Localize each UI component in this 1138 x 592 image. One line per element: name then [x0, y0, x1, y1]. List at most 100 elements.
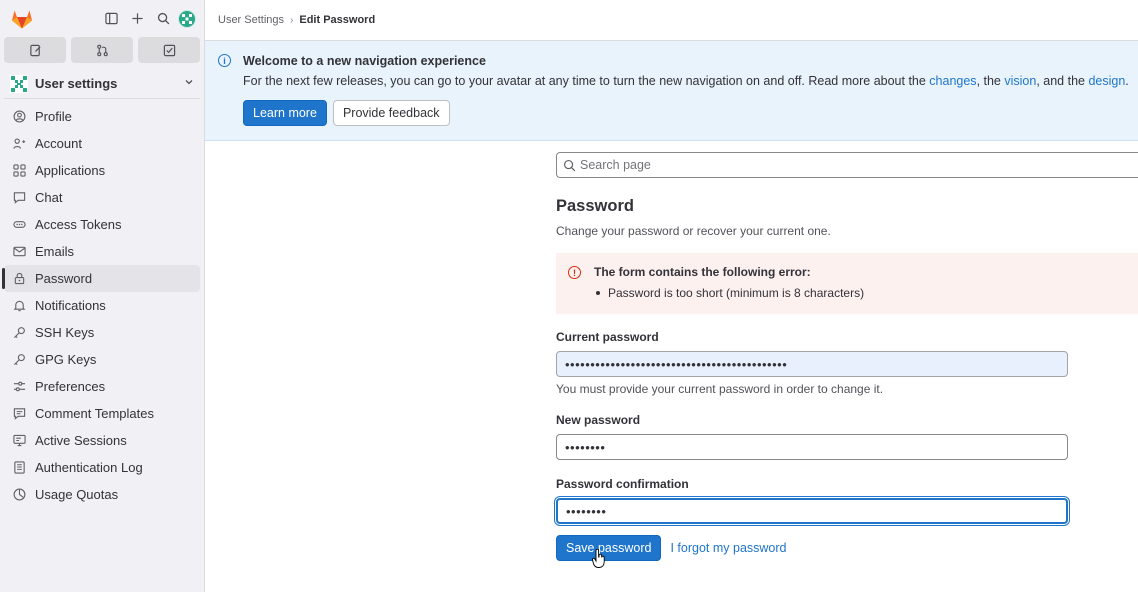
log-icon: [12, 461, 26, 475]
new-password-label: New password: [556, 413, 641, 427]
user-avatar-icon: [10, 74, 28, 93]
sidebar-item-chat[interactable]: Chat: [4, 184, 200, 211]
current-password-field[interactable]: ••••••••••••••••••••••••••••••••••••••••…: [556, 351, 1068, 377]
password-confirmation-label: Password confirmation: [556, 477, 689, 491]
sidebar-counters: [0, 37, 204, 63]
sidebar-item-ssh-keys[interactable]: SSH Keys: [4, 319, 200, 346]
banner-text-part: , the: [976, 74, 1005, 88]
sidebar-item-comment-templates[interactable]: Comment Templates: [4, 400, 200, 427]
bell-icon: [12, 299, 26, 313]
search-page-input[interactable]: Search page: [556, 152, 1138, 178]
sidebar-item-label: Notifications: [35, 298, 106, 313]
sidebar-item-password[interactable]: Password: [2, 265, 200, 292]
profile-icon: [12, 110, 26, 124]
merge-request-icon: [96, 44, 108, 56]
chevron-down-icon: [184, 77, 194, 90]
sidebar-item-account[interactable]: Account: [4, 130, 200, 157]
breadcrumb-current[interactable]: Edit Password: [299, 14, 375, 26]
sidebar-item-emails[interactable]: Emails: [4, 238, 200, 265]
plus-icon[interactable]: [126, 8, 148, 30]
todos-counter[interactable]: [138, 37, 200, 63]
current-password-label: Current password: [556, 330, 659, 344]
sidebar-item-label: SSH Keys: [35, 325, 95, 340]
sidebar-item-label: GPG Keys: [35, 352, 97, 367]
sidebar-nav: Profile Account Applications Chat Access Tok…: [0, 103, 204, 508]
design-link[interactable]: design: [1088, 74, 1125, 88]
sidebar-item-label: Preferences: [35, 379, 106, 394]
sidebar-item-label: Applications: [35, 163, 106, 178]
sidebar-item-label: Password: [35, 271, 93, 286]
error-alert: ! The form contains the following error:…: [556, 253, 1138, 314]
sidebar-item-gpg-keys[interactable]: GPG Keys: [4, 346, 200, 373]
sidebar-item-label: Authentication Log: [35, 460, 143, 475]
merge-requests-counter[interactable]: [71, 37, 133, 63]
save-password-button[interactable]: Save password: [556, 535, 662, 561]
search-icon: [563, 159, 576, 171]
error-item: Password is too short (minimum is 8 char…: [596, 286, 1138, 300]
avatar[interactable]: [178, 9, 196, 28]
navigation-banner: i Welcome to a new navigation experience…: [205, 41, 1138, 141]
issues-counter[interactable]: [4, 37, 66, 63]
todo-icon: [163, 44, 175, 56]
main-area: User Settings › Edit Password i Welcome …: [205, 0, 1138, 592]
sidebar-item-preferences[interactable]: Preferences: [4, 373, 200, 400]
banner-text-part: , and the: [1036, 74, 1089, 88]
info-icon: i: [218, 54, 231, 67]
key-icon: [12, 326, 26, 340]
breadcrumb-user-settings[interactable]: User Settings: [218, 14, 284, 26]
preferences-icon: [12, 380, 26, 394]
issues-icon: [29, 44, 41, 56]
new-password-field[interactable]: ••••••••: [556, 434, 1068, 460]
sidebar-item-label: Emails: [35, 244, 75, 259]
sidebar-top: [0, 0, 204, 37]
gitlab-logo-icon[interactable]: [10, 7, 34, 31]
sidebar-item-label: Access Tokens: [35, 217, 122, 232]
sidebar-item-label: Profile: [35, 109, 72, 124]
banner-text-part: .: [1125, 74, 1129, 88]
provide-feedback-button[interactable]: Provide feedback: [332, 100, 450, 126]
context-title: User settings: [35, 76, 118, 91]
sidebar-toggle-icon[interactable]: [100, 8, 122, 30]
monitor-icon: [12, 434, 26, 448]
context-switcher[interactable]: User settings: [4, 69, 200, 99]
account-icon: [12, 137, 26, 151]
applications-icon: [12, 164, 26, 178]
token-icon: [12, 218, 26, 232]
mail-icon: [12, 245, 26, 259]
sidebar-item-label: Usage Quotas: [35, 487, 119, 502]
search-icon[interactable]: [152, 8, 174, 30]
alert-title: The form contains the following error:: [594, 265, 811, 279]
sidebar-item-usage-quotas[interactable]: Usage Quotas: [4, 481, 200, 508]
page-description: Change your password or recover your cur…: [556, 224, 831, 238]
lock-icon: [12, 272, 26, 286]
key-icon: [12, 353, 26, 367]
sidebar-item-label: Account: [35, 136, 82, 151]
current-password-help: You must provide your current password i…: [556, 382, 884, 396]
comment-icon: [12, 407, 26, 421]
forgot-password-link[interactable]: I forgot my password: [670, 541, 786, 555]
page-title: Password: [556, 197, 634, 215]
chevron-right-icon: ›: [290, 14, 294, 26]
sidebar-item-authentication-log[interactable]: Authentication Log: [4, 454, 200, 481]
sidebar-item-active-sessions[interactable]: Active Sessions: [4, 427, 200, 454]
sidebar-item-notifications[interactable]: Notifications: [4, 292, 200, 319]
sidebar-item-label: Comment Templates: [35, 406, 154, 421]
search-placeholder: Search page: [580, 158, 651, 172]
error-list: Password is too short (minimum is 8 char…: [594, 286, 1138, 300]
changes-link[interactable]: changes: [929, 74, 976, 88]
sidebar: User settings Profile Account Applications…: [0, 0, 205, 592]
sidebar-item-applications[interactable]: Applications: [4, 157, 200, 184]
banner-text-part: For the next few releases, you can go to…: [243, 74, 930, 88]
sidebar-item-profile[interactable]: Profile: [4, 103, 200, 130]
hand-pointer-icon: [592, 549, 605, 568]
password-confirmation-field[interactable]: ••••••••: [556, 498, 1068, 524]
sidebar-item-access-tokens[interactable]: Access Tokens: [4, 211, 200, 238]
vision-link[interactable]: vision: [1004, 74, 1036, 88]
quota-icon: [12, 488, 26, 502]
error-icon: !: [568, 266, 581, 279]
settings-content: Search page Password Change your passwor…: [556, 152, 1138, 561]
breadcrumb: User Settings › Edit Password: [205, 0, 1138, 41]
sidebar-item-label: Active Sessions: [35, 433, 127, 448]
learn-more-button[interactable]: Learn more: [243, 100, 327, 126]
sidebar-item-label: Chat: [35, 190, 63, 205]
